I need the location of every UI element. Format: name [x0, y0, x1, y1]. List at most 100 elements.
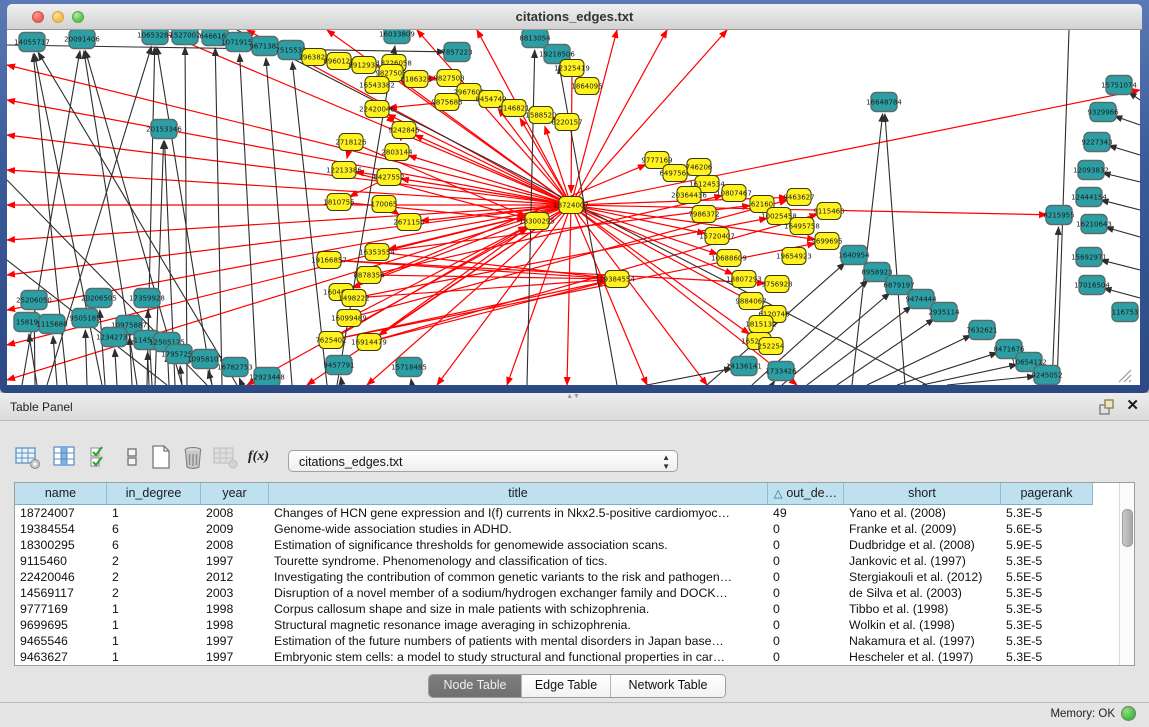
- cell-pagerank[interactable]: 5.3E-5: [1001, 601, 1093, 617]
- cell-name[interactable]: 9777169: [15, 601, 107, 617]
- cell-pagerank[interactable]: 5.5E-5: [1001, 569, 1093, 585]
- cell-title[interactable]: Corpus callosum shape and size in male p…: [269, 601, 768, 617]
- cell-title[interactable]: Embryonic stem cells: a model to study s…: [269, 649, 768, 665]
- citation-edge[interactable]: [29, 334, 37, 385]
- cell-title[interactable]: Estimation of significance thresholds fo…: [269, 537, 768, 553]
- table-row[interactable]: 1456911722003Disruption of a novel membe…: [15, 585, 1093, 601]
- cell-pagerank[interactable]: 5.3E-5: [1001, 585, 1093, 601]
- cell-title[interactable]: Disruption of a novel member of a sodium…: [269, 585, 768, 601]
- column-header-in_degree[interactable]: in_degree: [107, 483, 201, 505]
- cell-year[interactable]: 1997: [201, 649, 269, 665]
- row-height-button[interactable]: [120, 444, 148, 472]
- citation-edge-red[interactable]: [571, 30, 667, 205]
- citation-edge[interactable]: [115, 349, 117, 385]
- float-panel-icon[interactable]: [1099, 399, 1115, 415]
- citation-edge[interactable]: [947, 376, 1035, 385]
- select-rows-button[interactable]: [88, 444, 116, 472]
- cell-in_degree[interactable]: 1: [107, 649, 201, 665]
- cell-title[interactable]: Tourette syndrome. Phenomenology and cla…: [269, 553, 768, 569]
- cell-name[interactable]: 9463627: [15, 649, 107, 665]
- table-row[interactable]: 969969511998Structural magnetic resonanc…: [15, 617, 1093, 633]
- vertical-scrollbar[interactable]: [1119, 483, 1134, 665]
- cell-short[interactable]: Franke et al. (2009): [844, 521, 1001, 537]
- cell-pagerank[interactable]: 5.9E-5: [1001, 537, 1093, 553]
- delete-table-button[interactable]: [180, 444, 208, 472]
- cell-out_de[interactable]: 0: [768, 553, 844, 569]
- cell-out_de[interactable]: 49: [768, 505, 844, 521]
- citation-edge[interactable]: [1114, 116, 1140, 125]
- cell-in_degree[interactable]: 6: [107, 537, 201, 553]
- cell-name[interactable]: 22420046: [15, 569, 107, 585]
- cell-name[interactable]: 9115460: [15, 553, 107, 569]
- table-row[interactable]: 1830029562008Estimation of significance …: [15, 537, 1093, 553]
- cell-title[interactable]: Structural magnetic resonance image aver…: [269, 617, 768, 633]
- select-columns-button[interactable]: [52, 444, 80, 472]
- function-builder-button[interactable]: f(x): [246, 444, 274, 472]
- cell-title[interactable]: Genome-wide association studies in ADHD.: [269, 521, 768, 537]
- cell-name[interactable]: 18724007: [15, 505, 107, 521]
- cell-short[interactable]: Nakamura et al. (1997): [844, 633, 1001, 649]
- citation-edge-red[interactable]: [567, 205, 571, 385]
- citation-edge[interactable]: [22, 51, 80, 385]
- citation-edge[interactable]: [239, 378, 242, 385]
- citation-edge-red[interactable]: [7, 135, 571, 205]
- citation-edge-red[interactable]: [7, 100, 571, 205]
- citation-edge[interactable]: [53, 336, 57, 385]
- citation-edge-red[interactable]: [571, 90, 1140, 205]
- cell-year[interactable]: 1997: [201, 553, 269, 569]
- cell-pagerank[interactable]: 5.3E-5: [1001, 649, 1093, 665]
- citation-edge[interactable]: [922, 365, 1017, 385]
- cell-in_degree[interactable]: 1: [107, 617, 201, 633]
- table-row[interactable]: 946362711997Embryonic stem cells: a mode…: [15, 649, 1093, 665]
- cell-in_degree[interactable]: 2: [107, 569, 201, 585]
- cell-out_de[interactable]: 0: [768, 521, 844, 537]
- cell-in_degree[interactable]: 1: [107, 633, 201, 649]
- citation-edge[interactable]: [85, 330, 87, 385]
- tab-node-table[interactable]: Node Table: [429, 675, 522, 697]
- cell-name[interactable]: 18300295: [15, 537, 107, 553]
- cell-year[interactable]: 1997: [201, 633, 269, 649]
- cell-out_de[interactable]: 0: [768, 569, 844, 585]
- cell-pagerank[interactable]: 5.3E-5: [1001, 553, 1093, 569]
- tab-edge-table[interactable]: Edge Table: [522, 675, 611, 697]
- cell-name[interactable]: 9699695: [15, 617, 107, 633]
- citation-edge[interactable]: [885, 114, 905, 385]
- cell-out_de[interactable]: 0: [768, 617, 844, 633]
- cell-year[interactable]: 2008: [201, 537, 269, 553]
- cell-in_degree[interactable]: 2: [107, 553, 201, 569]
- cell-title[interactable]: Estimation of the future numbers of pati…: [269, 633, 768, 649]
- window-titlebar[interactable]: citations_edges.txt: [7, 4, 1142, 30]
- cell-out_de[interactable]: 0: [768, 633, 844, 649]
- column-header-out_de[interactable]: △out_de…: [768, 483, 844, 505]
- citation-edge[interactable]: [266, 58, 292, 385]
- cell-short[interactable]: de Silva et al. (2003): [844, 585, 1001, 601]
- scrollbar-thumb[interactable]: [1122, 509, 1133, 547]
- cell-short[interactable]: Hescheler et al. (1997): [844, 649, 1001, 665]
- cell-short[interactable]: Yano et al. (2008): [844, 505, 1001, 521]
- table-selector-dropdown[interactable]: citations_edges.txt ▲▼: [288, 450, 678, 472]
- cell-name[interactable]: 14569117: [15, 585, 107, 601]
- citation-edge[interactable]: [148, 352, 149, 385]
- table-settings-button[interactable]: [14, 444, 42, 472]
- cell-short[interactable]: Wolkin et al. (1998): [844, 617, 1001, 633]
- splitter-handle-icon[interactable]: ▲▼: [566, 394, 580, 399]
- citation-edge[interactable]: [1106, 227, 1140, 237]
- table-row[interactable]: 977716911998Corpus callosum shape and si…: [15, 601, 1093, 617]
- cell-in_degree[interactable]: 2: [107, 585, 201, 601]
- new-table-button[interactable]: [148, 444, 176, 472]
- column-header-title[interactable]: title: [269, 483, 768, 505]
- cell-pagerank[interactable]: 5.3E-5: [1001, 505, 1093, 521]
- citation-edge[interactable]: [1104, 288, 1140, 298]
- column-header-pagerank[interactable]: pagerank: [1001, 483, 1093, 505]
- citation-edge[interactable]: [782, 293, 890, 385]
- citation-edge-red[interactable]: [571, 205, 707, 385]
- citation-edge[interactable]: [772, 381, 775, 385]
- cell-short[interactable]: Jankovic et al. (1997): [844, 553, 1001, 569]
- cell-short[interactable]: Stergiakouli et al. (2012): [844, 569, 1001, 585]
- cell-short[interactable]: Dudbridge et al. (2008): [844, 537, 1001, 553]
- cell-pagerank[interactable]: 5.3E-5: [1001, 633, 1093, 649]
- cell-out_de[interactable]: 0: [768, 585, 844, 601]
- close-panel-icon[interactable]: ✕: [1126, 398, 1139, 414]
- cell-short[interactable]: Tibbo et al. (1998): [844, 601, 1001, 617]
- network-canvas[interactable]: 1405571720091406106532871527002646616110…: [7, 30, 1140, 385]
